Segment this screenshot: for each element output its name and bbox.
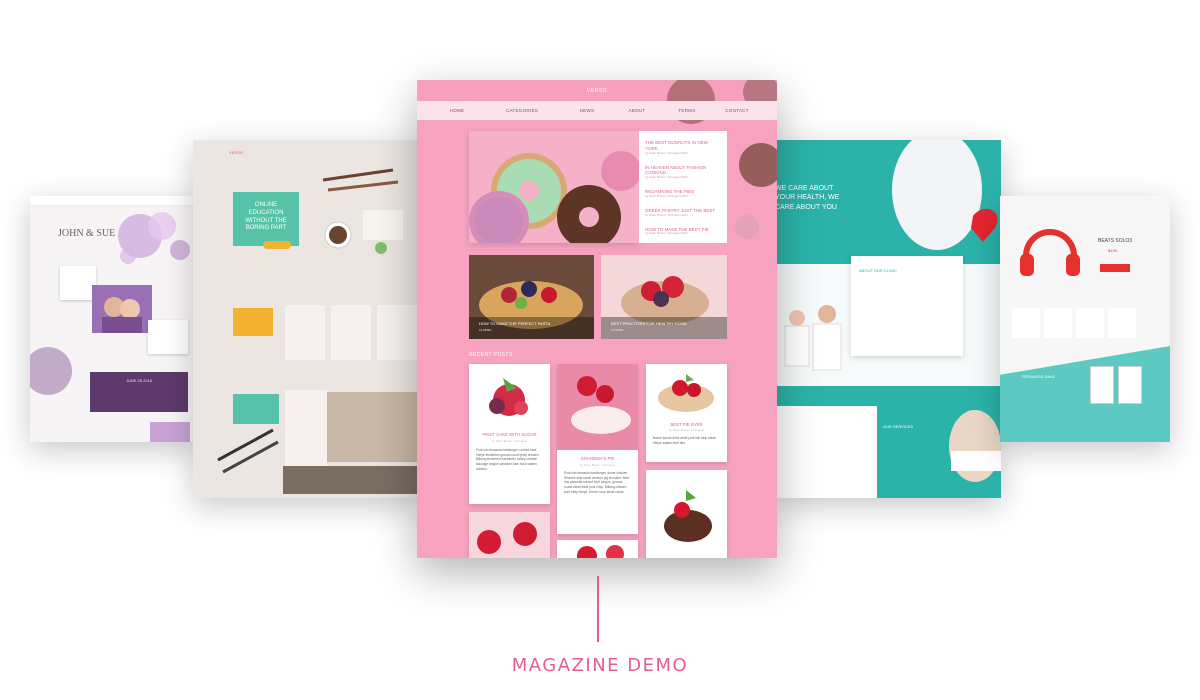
education-logo: VERSO xyxy=(229,150,244,155)
shop-sale-band xyxy=(1000,346,1170,442)
post-image-4 xyxy=(469,512,550,558)
featured-item-2[interactable]: IN HEAVEN ABOUT FASHION COOKING by Peter … xyxy=(645,165,721,181)
speaker-right xyxy=(1118,366,1142,404)
services-section: OUR SERVICES xyxy=(777,386,1001,498)
nav-about[interactable]: ABOUT xyxy=(612,101,662,120)
showcase-stage: JOHN & SUE JUNE 25 2018 VERSO ONLINE EDU… xyxy=(0,0,1200,700)
product-thumb-4[interactable] xyxy=(1108,308,1136,338)
about-clinic-panel: ABOUT OUR CLINIC xyxy=(851,256,963,356)
caption-divider xyxy=(597,576,599,642)
surgeon-image xyxy=(949,410,1001,482)
magazine-demo-card[interactable]: VERSO HOME CATEGORIES NEWS ABOUT TERMS C… xyxy=(417,80,777,558)
post-card-4[interactable] xyxy=(469,512,550,558)
post-title-2: GRANDMA'S PIE xyxy=(580,456,615,461)
post-image-5 xyxy=(577,545,624,558)
education-box-2 xyxy=(331,305,371,360)
couple-photo xyxy=(92,285,152,333)
shop-sale-title: SPEAKERS SALE xyxy=(1022,374,1055,379)
wedding-date: JUNE 25 2018 xyxy=(125,378,152,383)
product-thumb-1[interactable] xyxy=(1012,308,1040,338)
post-card-5[interactable] xyxy=(557,540,638,558)
wedding-note xyxy=(60,266,96,300)
tile-healthy[interactable]: BEST PRACTISES FOR HEALTHY FOOD 12 APRIL xyxy=(601,255,727,339)
post-image-1 xyxy=(489,378,528,416)
product-thumb-3[interactable] xyxy=(1076,308,1104,338)
tile-pasta-title: HOW TO MAKE THE PERFECT PASTA xyxy=(479,321,551,326)
nav-contact[interactable]: CONTACT xyxy=(712,101,762,120)
post-image-2 xyxy=(557,364,638,450)
education-gallery xyxy=(283,466,417,494)
wedding-card xyxy=(148,320,188,354)
post-meta-3: by Peter Brown, 13 August xyxy=(668,428,705,432)
post-card-3[interactable]: BEST PIE EVER by Peter Brown, 13 August … xyxy=(646,364,727,462)
medical-hero-text: WE CARE ABOUT YOUR HEALTH, WE CARE ABOUT… xyxy=(777,185,840,211)
shop-hero-title: BEATS SOLO3 xyxy=(1098,238,1133,244)
education-demo-card[interactable]: VERSO ONLINE EDUCATION WITHOUT THE BORIN… xyxy=(193,140,420,498)
magazine-nav: HOME CATEGORIES NEWS ABOUT TERMS CONTACT xyxy=(417,101,777,120)
medical-hero: WE CARE ABOUT YOUR HEALTH, WE CARE ABOUT… xyxy=(777,140,1001,264)
post-meta-1: by Peter Brown, 13 August xyxy=(491,439,528,443)
education-feature-box xyxy=(233,308,273,336)
post-body-1: Pork loin bresaola hamburger, corned bee… xyxy=(476,448,540,471)
caption-title: MAGAZINE DEMO xyxy=(511,655,689,676)
nav-home[interactable]: HOME xyxy=(432,101,482,120)
post-card-2[interactable]: GRANDMA'S PIE by Peter Brown, 13 August … xyxy=(557,364,638,534)
post-title-1: FRUIT CAKE WITH SUGAR xyxy=(482,432,537,437)
tile-pasta[interactable]: HOW TO MAKE THE PERFECT PASTA 12 APRIL xyxy=(469,255,594,339)
post-body-2: Pork loin bresaola hamburger, doner chic… xyxy=(564,471,630,494)
post-title-3: BEST PIE EVER xyxy=(670,422,703,427)
education-hero-text: ONLINE EDUCATION WITHOUT THE BORING PART xyxy=(245,202,287,232)
post-body-3: Bacon ipsum dolor amet pork loin strip s… xyxy=(653,436,716,445)
featured-item-4[interactable]: GREEK PASTRY JUST THE BEST by Peter Brown… xyxy=(645,208,721,218)
medical-demo-card[interactable]: WE CARE ABOUT YOUR HEALTH, WE CARE ABOUT… xyxy=(777,140,1001,498)
about-clinic-title: ABOUT OUR CLINIC xyxy=(859,268,897,273)
flower-corner xyxy=(150,422,190,442)
side-donut-decoration xyxy=(735,143,777,239)
wedding-logo: JOHN & SUE xyxy=(58,228,116,239)
recent-posts-title: RECENT POSTS xyxy=(469,352,513,358)
floral-decoration xyxy=(118,212,190,264)
education-box-1 xyxy=(285,305,325,360)
tile-healthy-title: BEST PRACTISES FOR HEALTHY FOOD xyxy=(611,321,687,326)
post-meta-2: by Peter Brown, 13 August xyxy=(579,463,616,467)
tile-healthy-date: 12 APRIL xyxy=(611,328,624,332)
desk-items xyxy=(322,168,403,254)
rose-decoration xyxy=(30,347,72,395)
wedding-topbar xyxy=(30,196,200,206)
pencils-decoration xyxy=(217,428,279,474)
education-hero-box: ONLINE EDUCATION WITHOUT THE BORING PART xyxy=(233,192,299,246)
education-box-3 xyxy=(377,305,417,360)
doctor-image xyxy=(892,140,998,250)
featured-item-5[interactable]: HOW TO MAKE THE BEST PIE by Peter Brown, … xyxy=(645,227,721,237)
services-title: OUR SERVICES xyxy=(883,424,914,429)
speaker-left xyxy=(1090,366,1114,404)
featured-item-3[interactable]: REDAMNING THE PIES by Peter Brown, 13 Aug… xyxy=(645,189,721,199)
headphones-image xyxy=(1020,229,1080,276)
shop-now-button[interactable] xyxy=(1100,264,1130,272)
featured-list: THE BEST DONNUTS IN NEW YORK by Peter Bro… xyxy=(639,131,727,243)
nav-categories[interactable]: CATEGORIES xyxy=(482,101,562,120)
shop-demo-card[interactable]: BEATS SOLO3 $199 SPEAKERS SALE xyxy=(1000,196,1170,442)
education-hero-button[interactable] xyxy=(263,241,291,249)
nav-news[interactable]: NEWS xyxy=(562,101,612,120)
product-thumb-2[interactable] xyxy=(1044,308,1072,338)
services-list xyxy=(777,406,877,498)
post-image-3 xyxy=(658,374,714,412)
tile-pasta-date: 12 APRIL xyxy=(479,328,492,332)
post-image-6 xyxy=(664,490,712,542)
post-card-6[interactable] xyxy=(646,470,727,558)
nav-terms[interactable]: TERMS xyxy=(662,101,712,120)
wedding-countdown: JUNE 25 2018 xyxy=(90,372,188,412)
wedding-demo-card[interactable]: JOHN & SUE JUNE 25 2018 xyxy=(30,196,200,442)
shop-price: $199 xyxy=(1108,248,1117,253)
featured-image[interactable] xyxy=(469,131,639,243)
doctors-photo xyxy=(784,305,842,371)
education-highlight xyxy=(285,390,327,468)
featured-item-1[interactable]: THE BEST DONNUTS IN NEW YORK by Peter Bro… xyxy=(645,140,721,156)
education-photo xyxy=(327,392,417,462)
post-card-1[interactable]: FRUIT CAKE WITH SUGAR by Peter Brown, 13… xyxy=(469,364,550,504)
